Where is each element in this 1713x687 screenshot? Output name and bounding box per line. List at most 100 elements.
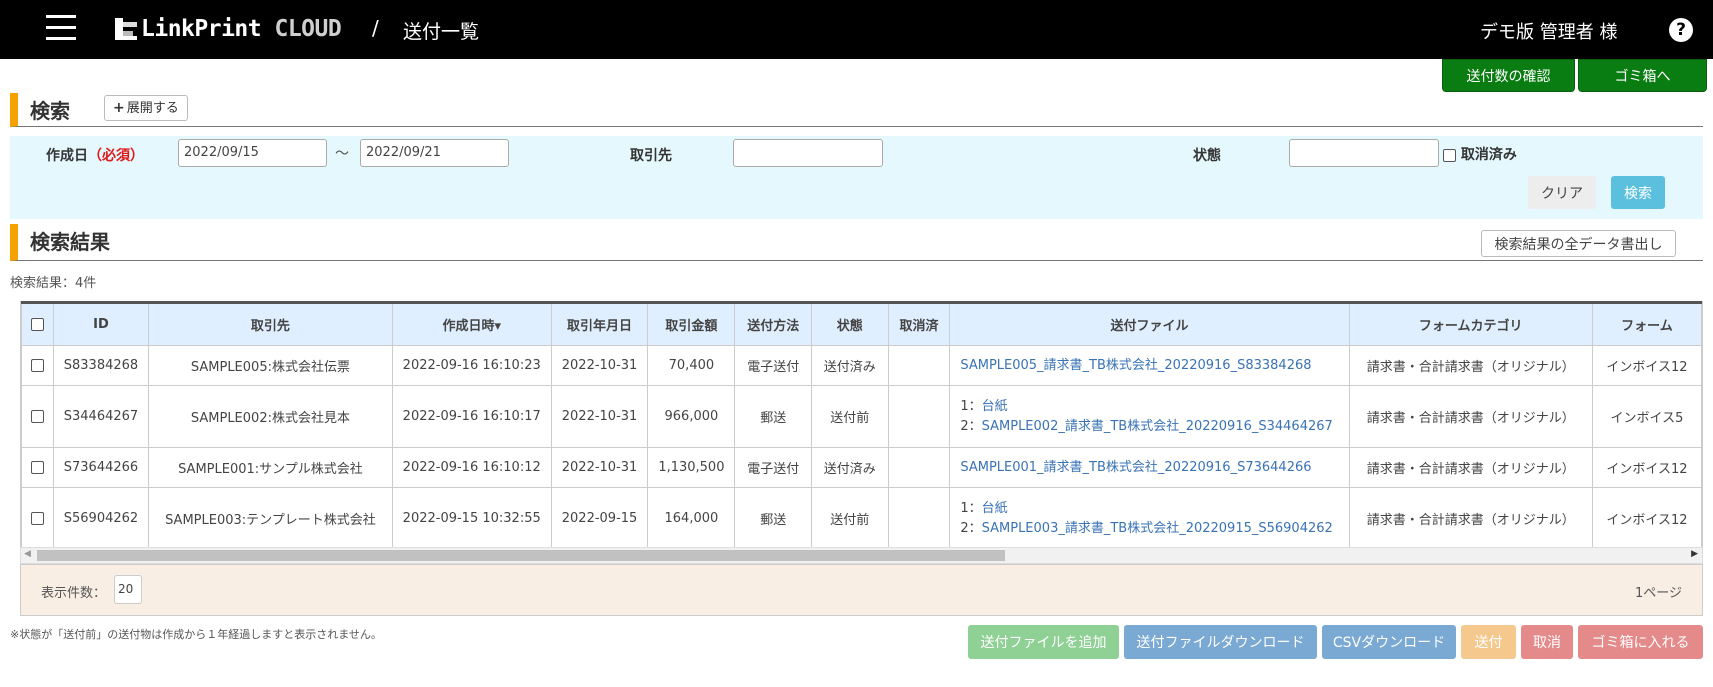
status-input[interactable] — [1289, 139, 1439, 167]
cell-partner: SAMPLE005:株式会社伝票 — [148, 345, 393, 386]
table-row[interactable]: S73644266 SAMPLE001:サンプル株式会社 2022-09-16 16… — [21, 447, 1702, 488]
file-link[interactable]: SAMPLE002_請求書_TB株式会社_20220916_S34464267 — [982, 419, 1333, 434]
cell-partner: SAMPLE003:テンプレート株式会社 — [148, 487, 393, 550]
file-link[interactable]: 台紙 — [982, 399, 1008, 414]
add-file-button[interactable]: 送付ファイルを追加 — [968, 625, 1119, 659]
cell-created: 2022-09-16 16:10:23 — [391, 345, 552, 386]
file-entry: 1：台紙 — [960, 397, 1338, 417]
select-all-checkbox[interactable] — [30, 318, 44, 331]
date-to-input[interactable]: 2022/09/21 — [360, 139, 509, 167]
search-section-header: 検索 + 展開する — [10, 93, 1703, 127]
row-checkbox[interactable] — [30, 461, 44, 474]
column-header-form-category[interactable]: フォームカテゴリ — [1348, 301, 1593, 346]
scrollbar-thumb[interactable] — [37, 550, 1005, 561]
expand-search-button[interactable]: + 展開する — [104, 95, 188, 121]
file-entry: 2：SAMPLE003_請求書_TB株式会社_20220915_S5690426… — [960, 519, 1338, 539]
column-header-partner[interactable]: 取引先 — [148, 301, 393, 346]
export-all-results-button[interactable]: 検索結果の全データ書出し — [1481, 230, 1676, 257]
column-header-amount[interactable]: 取引金額 — [647, 301, 736, 346]
cell-txn-date: 2022-10-31 — [550, 345, 649, 386]
cancelled-checkbox[interactable] — [1443, 148, 1456, 162]
column-header-id[interactable]: ID — [52, 301, 150, 346]
cell-status: 送付済み — [811, 345, 889, 386]
column-header-method[interactable]: 送付方法 — [734, 301, 813, 346]
download-file-button[interactable]: 送付ファイルダウンロード — [1124, 625, 1317, 659]
file-entry: 2：SAMPLE002_請求書_TB株式会社_20220916_S3446426… — [960, 417, 1338, 437]
scroll-right-arrow-icon[interactable]: ▶ — [1691, 549, 1698, 559]
search-section-title: 検索 — [30, 99, 70, 123]
column-header-form[interactable]: フォーム — [1591, 301, 1702, 346]
per-page-select[interactable]: 20 — [114, 575, 142, 604]
cell-partner: SAMPLE002:株式会社見本 — [148, 385, 393, 448]
horizontal-scrollbar[interactable]: ◀ ▶ — [20, 547, 1703, 564]
cell-files: SAMPLE001_請求書_TB株式会社_20220916_S73644266 — [949, 447, 1350, 488]
header-select-all — [21, 301, 54, 346]
cell-method: 電子送付 — [734, 447, 813, 488]
logo-sub-text: CLOUD — [274, 16, 342, 42]
partner-input[interactable] — [733, 139, 883, 167]
cell-method: 電子送付 — [734, 345, 813, 386]
file-entry: SAMPLE005_請求書_TB株式会社_20220916_S83384268 — [960, 356, 1338, 376]
date-range-tilde: ～ — [335, 146, 349, 162]
cell-form: インボイス12 — [1591, 447, 1702, 488]
hamburger-menu-icon[interactable] — [46, 15, 76, 41]
cell-txn-date: 2022-10-31 — [550, 447, 649, 488]
user-name[interactable]: デモ版 管理者 様 — [1480, 18, 1617, 44]
cell-files: 1：台紙 2：SAMPLE003_請求書_TB株式会社_20220915_S569… — [949, 487, 1350, 550]
cell-files: 1：台紙 2：SAMPLE002_請求書_TB株式会社_20220916_S344… — [949, 385, 1350, 448]
table-row[interactable]: S34464267 SAMPLE002:株式会社見本 2022-09-16 16:1… — [21, 385, 1702, 448]
column-header-cancelled[interactable]: 取消済 — [887, 301, 951, 346]
cell-method: 郵送 — [734, 385, 813, 448]
row-checkbox[interactable] — [30, 410, 44, 423]
cell-cancelled — [887, 385, 951, 448]
move-to-trash-button[interactable]: ゴミ箱に入れる — [1578, 625, 1703, 659]
per-page-label: 表示件数： — [41, 586, 107, 601]
csv-download-button[interactable]: CSVダウンロード — [1322, 625, 1456, 659]
date-from-input[interactable]: 2022/09/15 — [178, 139, 327, 167]
clear-button[interactable]: クリア — [1528, 176, 1596, 209]
row-checkbox[interactable] — [30, 359, 44, 372]
cell-form: インボイス12 — [1591, 487, 1702, 550]
plus-icon: + — [113, 100, 125, 116]
send-button[interactable]: 送付 — [1461, 625, 1516, 659]
row-checkbox[interactable] — [30, 512, 44, 525]
table-row[interactable]: S56904262 SAMPLE003:テンプレート株式会社 2022-09-15 … — [21, 487, 1702, 550]
top-navbar: LinkPrint CLOUD / 送付一覧 デモ版 管理者 様 ? — [0, 0, 1713, 59]
table-header-row: ID 取引先 作成日時▾ 取引年月日 取引金額 送付方法 状態 取消済 送付ファ… — [21, 301, 1702, 346]
cancelled-filter: 取消済み — [1443, 144, 1517, 164]
cell-status: 送付前 — [811, 385, 889, 448]
file-link[interactable]: SAMPLE005_請求書_TB株式会社_20220916_S83384268 — [960, 358, 1311, 373]
column-header-created[interactable]: 作成日時▾ — [391, 301, 552, 346]
result-count: 検索結果：4件 — [10, 276, 97, 291]
cell-partner: SAMPLE001:サンプル株式会社 — [148, 447, 393, 488]
app-logo[interactable]: LinkPrint CLOUD — [115, 14, 342, 44]
cell-form-category: 請求書・合計請求書（オリジナル） — [1348, 487, 1593, 550]
file-link[interactable]: SAMPLE001_請求書_TB株式会社_20220916_S73644266 — [960, 460, 1311, 475]
column-header-status[interactable]: 状態 — [811, 301, 889, 346]
row-select-cell — [21, 447, 54, 488]
partner-label: 取引先 — [630, 148, 672, 164]
results-section-header: 検索結果 — [10, 224, 1703, 261]
column-header-txn-date[interactable]: 取引年月日 — [550, 301, 649, 346]
status-label: 状態 — [1193, 148, 1221, 164]
cell-method: 郵送 — [734, 487, 813, 550]
column-header-files[interactable]: 送付ファイル — [949, 301, 1350, 346]
check-send-count-button[interactable]: 送付数の確認 — [1442, 59, 1575, 92]
cancel-send-button[interactable]: 取消 — [1521, 625, 1573, 659]
cell-created: 2022-09-16 16:10:17 — [391, 385, 552, 448]
file-link[interactable]: SAMPLE003_請求書_TB株式会社_20220915_S56904262 — [982, 521, 1333, 536]
cancelled-label: 取消済み — [1460, 147, 1517, 163]
scroll-left-arrow-icon[interactable]: ◀ — [24, 549, 31, 559]
help-icon[interactable]: ? — [1669, 18, 1693, 42]
cell-form-category: 請求書・合計請求書（オリジナル） — [1348, 345, 1593, 386]
table-row[interactable]: S83384268 SAMPLE005:株式会社伝票 2022-09-16 16:1… — [21, 345, 1702, 386]
cell-status: 送付前 — [811, 487, 889, 550]
file-entry: SAMPLE001_請求書_TB株式会社_20220916_S73644266 — [960, 458, 1338, 478]
search-button[interactable]: 検索 — [1611, 176, 1665, 209]
go-to-trash-button[interactable]: ゴミ箱へ — [1578, 59, 1707, 92]
file-link[interactable]: 台紙 — [982, 501, 1008, 516]
file-index: 1： — [960, 500, 982, 516]
cell-cancelled — [887, 487, 951, 550]
retention-note: ※状態が「送付前」の送付物は作成から１年経過しますと表示されません。 — [10, 628, 382, 641]
cell-cancelled — [887, 447, 951, 488]
